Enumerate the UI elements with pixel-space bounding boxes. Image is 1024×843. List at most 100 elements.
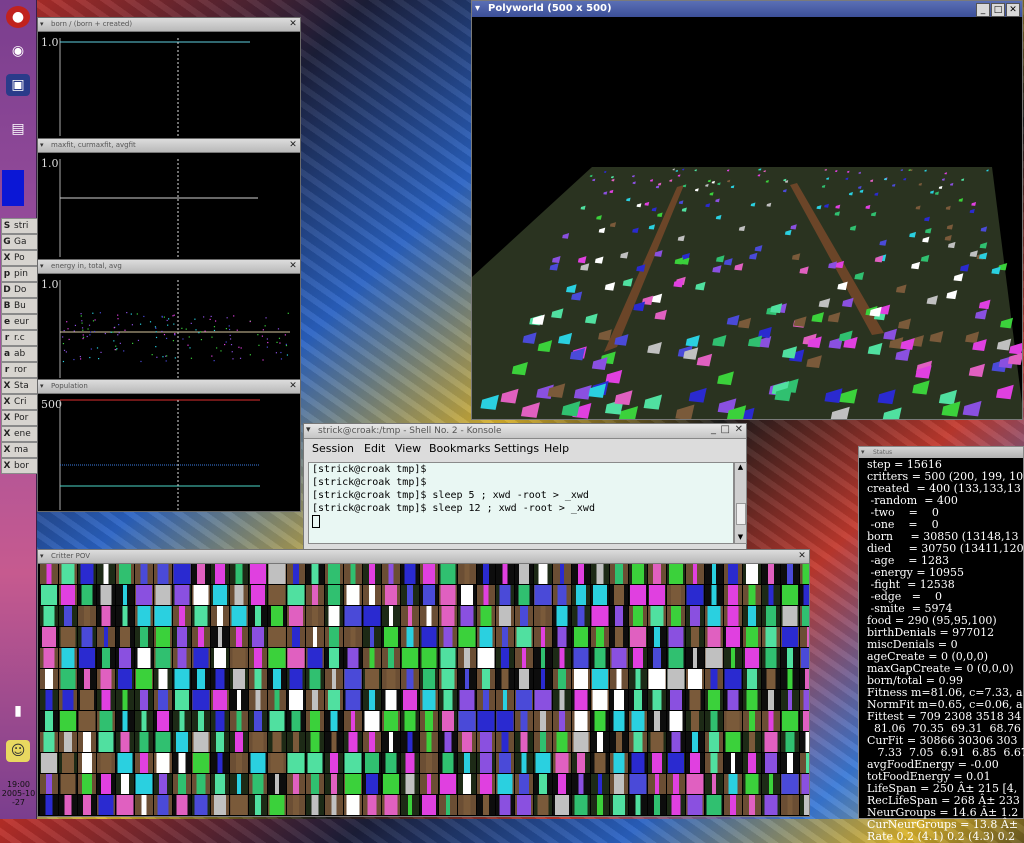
- scroll-down-arrow[interactable]: ▼: [735, 533, 746, 543]
- energy-point: [151, 354, 153, 356]
- polyworld-window[interactable]: ▾ Polyworld (500 x 500) _ □ ✕: [471, 0, 1023, 420]
- pov-tile: [591, 795, 609, 815]
- taskbar-item[interactable]: e eur: [1, 314, 38, 330]
- pov-tile: [610, 585, 628, 605]
- pov-tile: [97, 585, 115, 605]
- taskbar-item[interactable]: a ab: [1, 346, 38, 362]
- taskbar-item[interactable]: Xma: [1, 442, 38, 458]
- energy-point: [187, 344, 189, 346]
- energy-point: [189, 347, 191, 349]
- browser-icon[interactable]: ◉: [6, 40, 30, 62]
- menu-session[interactable]: Session: [312, 439, 354, 459]
- konsole-window[interactable]: ▾ strick@croak:/tmp - Shell No. 2 - Kons…: [303, 423, 747, 550]
- workspace-pager[interactable]: [2, 170, 24, 206]
- menu-bookmarks[interactable]: Bookmarks: [429, 439, 490, 459]
- pov-tile: [553, 774, 571, 794]
- taskbar-item[interactable]: r ror: [1, 362, 38, 378]
- taskbar-item[interactable]: D Do: [1, 282, 38, 298]
- taskbar-item[interactable]: X Po: [1, 250, 38, 266]
- maximize-button[interactable]: □: [721, 424, 730, 435]
- pov-tile: [667, 690, 685, 710]
- critter-pov-titlebar[interactable]: ▾ Critter POV ✕: [38, 550, 809, 564]
- pov-tile: [553, 606, 571, 626]
- task-icon: X: [3, 381, 11, 391]
- pov-tile: [515, 606, 533, 626]
- taskbar-item[interactable]: Xbor: [1, 458, 38, 474]
- energy-point: [167, 324, 169, 326]
- energy-window[interactable]: ▾ energy in, total, avg ✕ 1.0: [37, 259, 301, 382]
- user-icon[interactable]: ☺: [6, 740, 30, 762]
- energy-point: [280, 358, 283, 360]
- pov-tile: [401, 627, 419, 647]
- pov-tile: [211, 732, 229, 752]
- energy-point: [113, 340, 115, 342]
- taskbar-item[interactable]: p pin: [1, 266, 38, 282]
- status-titlebar[interactable]: ▾ Status: [859, 447, 1023, 458]
- taskbar-item[interactable]: r r.c: [1, 330, 38, 346]
- menu-view[interactable]: View: [395, 439, 421, 459]
- taskbar-item[interactable]: X Por: [1, 410, 38, 426]
- population-window[interactable]: ▾ Population ✕ 500: [37, 379, 301, 512]
- pov-tile: [97, 711, 115, 731]
- scroll-up-arrow[interactable]: ▲: [735, 463, 746, 473]
- pov-tile: [230, 753, 248, 773]
- world-view[interactable]: [472, 17, 1022, 419]
- born-ratio-window[interactable]: ▾ born / (born + created) ✕ 1.0: [37, 17, 301, 140]
- clock[interactable]: 19:00 2005-10 -27: [0, 780, 37, 807]
- critter-pov-window[interactable]: ▾ Critter POV ✕: [37, 549, 810, 817]
- pov-tile: [610, 711, 628, 731]
- pov-tile: [382, 711, 400, 731]
- scroll-thumb[interactable]: [736, 503, 746, 525]
- terminal-output[interactable]: [strick@croak tmp]$ [strick@croak tmp]$ …: [308, 462, 734, 544]
- menu-help[interactable]: Help: [544, 439, 569, 459]
- pov-tile: [743, 669, 761, 689]
- pov-tile: [97, 648, 115, 668]
- pov-tile: [762, 564, 780, 584]
- taskbar-item[interactable]: X Cri: [1, 394, 38, 410]
- taskbar-item[interactable]: G Ga: [1, 234, 38, 250]
- pov-tile: [230, 795, 248, 815]
- trash-icon[interactable]: ▮: [6, 700, 30, 722]
- minimize-button[interactable]: _: [976, 3, 990, 17]
- energy-point: [86, 335, 88, 338]
- pov-tile: [477, 795, 495, 815]
- close-button[interactable]: ✕: [735, 424, 743, 435]
- window-menu-icon[interactable]: ▾: [861, 447, 865, 458]
- energy-point: [174, 357, 176, 359]
- fitness-window[interactable]: ▾ maxfit, curmaxfit, avgfit ✕ 1.0: [37, 138, 301, 261]
- window-menu-icon[interactable]: ▾: [475, 3, 480, 14]
- pov-tile: [800, 753, 809, 773]
- pov-tile: [667, 774, 685, 794]
- pov-tile: [211, 711, 229, 731]
- pov-tile: [496, 627, 514, 647]
- pov-tile: [572, 711, 590, 731]
- files-icon[interactable]: ▤: [6, 118, 30, 140]
- taskbar-item[interactable]: B Bu: [1, 298, 38, 314]
- pov-tile: [496, 774, 514, 794]
- terminal-icon[interactable]: ▣: [6, 74, 30, 96]
- minimize-button[interactable]: _: [711, 424, 716, 435]
- taskbar-item[interactable]: Xene: [1, 426, 38, 442]
- close-button[interactable]: ✕: [1006, 3, 1020, 17]
- konsole-titlebar[interactable]: ▾ strick@croak:/tmp - Shell No. 2 - Kons…: [304, 424, 746, 439]
- polyworld-titlebar[interactable]: ▾ Polyworld (500 x 500) _ □ ✕: [472, 1, 1022, 17]
- window-menu-icon[interactable]: ▾: [306, 425, 311, 435]
- energy-point: [276, 341, 278, 343]
- pov-tile: [97, 774, 115, 794]
- energy-point: [67, 328, 69, 330]
- close-icon[interactable]: ✕: [797, 551, 807, 561]
- menu-edit[interactable]: Edit: [364, 439, 385, 459]
- terminal-scrollbar[interactable]: ▲ ▼: [734, 462, 747, 544]
- taskbar-item[interactable]: Sstri: [1, 218, 38, 234]
- redhat-icon[interactable]: ●: [6, 6, 30, 28]
- window-menu-icon[interactable]: ▾: [40, 552, 48, 560]
- status-window[interactable]: ▾ Status step = 15616 critters = 500 (200…: [858, 446, 1024, 843]
- menu-settings[interactable]: Settings: [494, 439, 539, 459]
- energy-point: [116, 348, 118, 350]
- pov-tile: [477, 627, 495, 647]
- energy-point: [104, 332, 106, 335]
- pov-tile: [154, 564, 172, 584]
- clock-date: 2005-10: [1, 789, 36, 798]
- maximize-button[interactable]: □: [991, 3, 1005, 17]
- taskbar-item[interactable]: X Sta: [1, 378, 38, 394]
